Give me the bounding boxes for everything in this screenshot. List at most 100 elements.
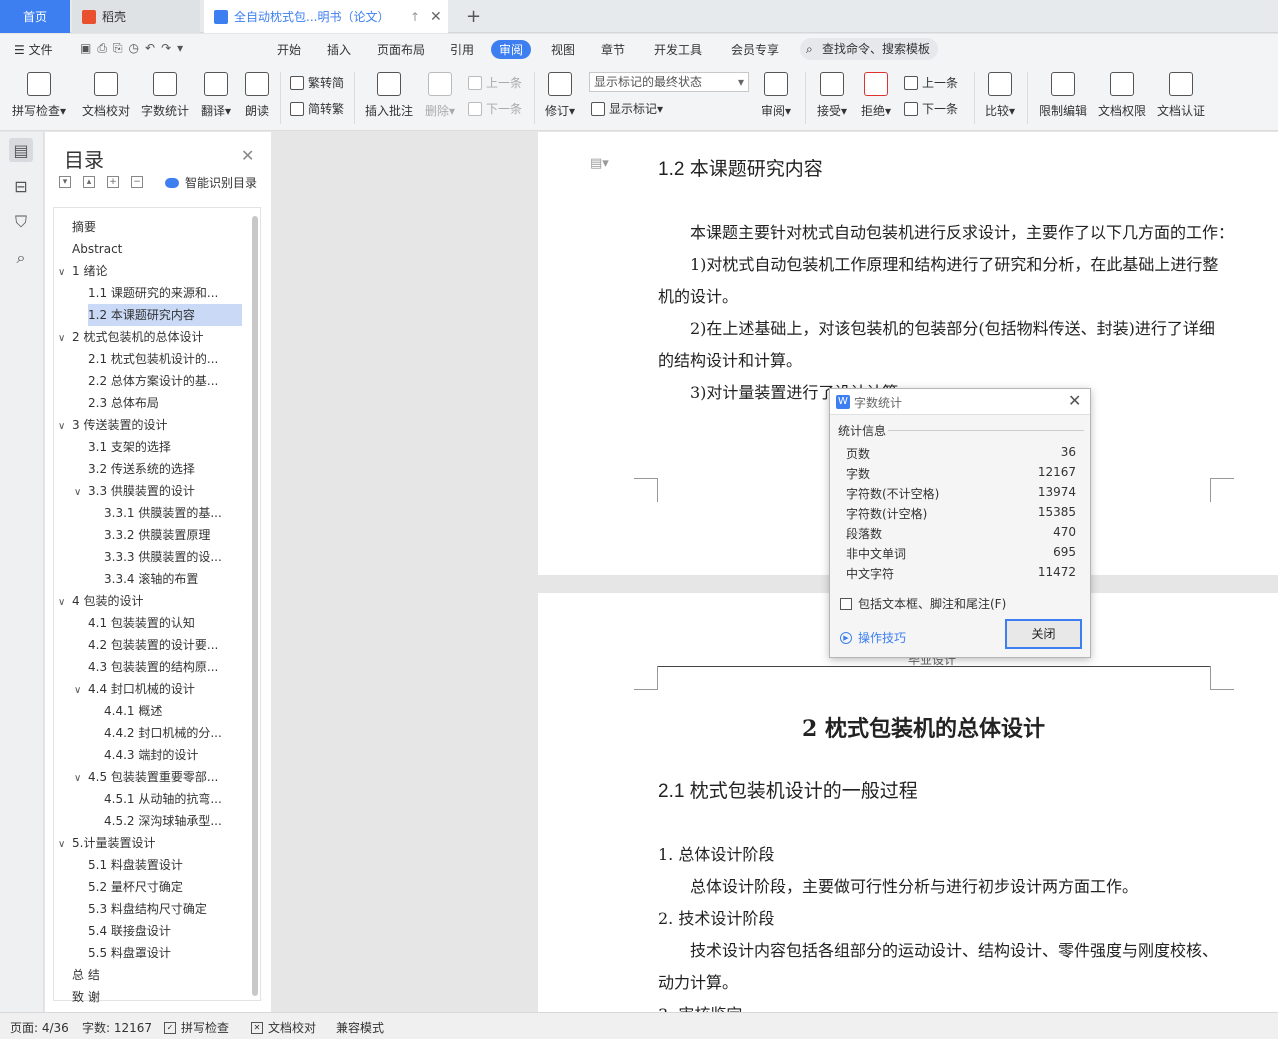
word-count-button[interactable]: 字数统计 xyxy=(139,70,191,119)
toc-item[interactable]: 1.2 本课题研究内容 xyxy=(88,304,242,326)
chapter-nav-icon[interactable]: ⊟ xyxy=(9,174,33,198)
doc-certify-button[interactable]: 文档认证 xyxy=(1153,70,1209,119)
chevron-down-icon[interactable]: ∨ xyxy=(58,262,72,282)
toc-pane-icon[interactable]: ▤ xyxy=(9,138,33,162)
toc-item[interactable]: 5.5 料盘罩设计 xyxy=(88,942,242,964)
trad-to-simp-button[interactable]: 繁转简 xyxy=(290,74,344,91)
toc-item[interactable]: 1.1 课题研究的来源和... xyxy=(88,282,242,304)
toc-item[interactable]: 2.1 枕式包装机设计的... xyxy=(88,348,242,370)
toc-item[interactable]: ∨ 3 传送装置的设计 xyxy=(58,414,242,436)
reject-button[interactable]: 拒绝▾ xyxy=(856,70,896,119)
toc-item[interactable]: 4.4.2 封口机械的分... xyxy=(104,722,242,744)
doc-proof-button[interactable]: 文档校对 xyxy=(78,70,134,119)
next-comment-button[interactable]: 下一条 xyxy=(468,100,522,117)
tips-link[interactable]: ▶ 操作技巧 xyxy=(840,629,906,646)
close-icon[interactable]: ✕ xyxy=(1068,391,1081,410)
collapse-icon[interactable]: ▴ xyxy=(83,176,95,188)
tab-document[interactable]: 全自动枕式包...明书（论文） ↑ ✕ xyxy=(204,0,448,33)
toc-scrollbar[interactable] xyxy=(252,216,258,996)
chevron-down-icon[interactable]: ∨ xyxy=(58,592,72,612)
toc-item[interactable]: 4.4.1 概述 xyxy=(104,700,242,722)
doc-proof-status[interactable]: ✕ 文档校对 xyxy=(251,1019,316,1036)
menu-chapter[interactable]: 章节 xyxy=(601,41,625,58)
toc-item[interactable]: 3.1 支架的选择 xyxy=(88,436,242,458)
spellcheck-status[interactable]: ✓ 拼写检查 xyxy=(164,1019,229,1036)
toc-item[interactable]: ∨ 4 包装的设计 xyxy=(58,590,242,612)
toc-item[interactable]: ∨ 4.5 包装装置重要零部... xyxy=(74,766,242,788)
toc-item[interactable]: 总 结 xyxy=(72,964,242,986)
toc-item[interactable]: ∨ 3.3 供膜装置的设计 xyxy=(74,480,242,502)
simp-to-trad-button[interactable]: 简转繁 xyxy=(290,100,344,117)
command-search[interactable]: ⌕ 查找命令、搜索模板 xyxy=(800,38,938,60)
toc-item[interactable]: 5.4 联接盘设计 xyxy=(88,920,242,942)
chevron-down-icon[interactable]: ∨ xyxy=(58,834,72,854)
toc-item[interactable]: ∨ 2 枕式包装机的总体设计 xyxy=(58,326,242,348)
menu-view[interactable]: 视图 xyxy=(551,41,575,58)
toc-item[interactable]: 3.2 传送系统的选择 xyxy=(88,458,242,480)
tab-daoke[interactable]: 稻壳 xyxy=(72,0,200,33)
toc-item[interactable]: 5.2 量杯尺寸确定 xyxy=(88,876,242,898)
toc-item[interactable]: 2.2 总体方案设计的基... xyxy=(88,370,242,392)
menu-dev-tools[interactable]: 开发工具 xyxy=(654,41,702,58)
paragraph-menu-icon[interactable]: ▤▾ xyxy=(590,156,609,171)
doc-permission-button[interactable]: 文档权限 xyxy=(1094,70,1150,119)
toc-item[interactable]: Abstract xyxy=(72,238,242,260)
menu-page-layout[interactable]: 页面布局 xyxy=(377,41,425,58)
new-tab-button[interactable]: + xyxy=(458,0,488,33)
toc-item[interactable]: 3.3.3 供膜装置的设... xyxy=(104,546,242,568)
expand-icon[interactable]: ▾ xyxy=(59,176,71,188)
smart-toc-button[interactable]: 智能识别目录 xyxy=(165,174,257,191)
close-icon[interactable]: ✕ xyxy=(241,146,254,165)
insert-comment-button[interactable]: 插入批注 xyxy=(362,70,416,119)
word-count-status[interactable]: 字数: 12167 xyxy=(82,1019,152,1036)
toc-item[interactable]: ∨ 5.计量装置设计 xyxy=(58,832,242,854)
toc-item[interactable]: 4.3 包装装置的结构原... xyxy=(88,656,242,678)
quick-access-icons[interactable]: ▣⎙⎘◷↶↷▾ xyxy=(80,41,189,56)
toc-item[interactable]: 致 谢 xyxy=(72,986,242,1008)
menu-member[interactable]: 会员专享 xyxy=(731,41,779,58)
translate-button[interactable]: 翻译▾ xyxy=(196,70,236,119)
file-menu[interactable]: ☰ 文件 xyxy=(14,41,53,58)
page-indicator[interactable]: 页面: 4/36 xyxy=(10,1019,69,1036)
toc-item[interactable]: 4.5.1 从动轴的抗弯... xyxy=(104,788,242,810)
accept-button[interactable]: 接受▾ xyxy=(812,70,852,119)
chevron-down-icon[interactable]: ∨ xyxy=(74,680,88,700)
menu-start[interactable]: 开始 xyxy=(277,41,301,58)
dialog-titlebar[interactable]: W 字数统计 ✕ xyxy=(830,389,1090,415)
toc-item[interactable]: 3.3.1 供膜装置的基... xyxy=(104,502,242,524)
prev-comment-button[interactable]: 上一条 xyxy=(468,74,522,91)
toc-item[interactable]: 5.3 料盘结构尺寸确定 xyxy=(88,898,242,920)
pin-icon[interactable]: ↑ xyxy=(410,10,420,24)
spellcheck-button[interactable]: 拼写检查▾ xyxy=(8,70,70,119)
delete-comment-button[interactable]: 删除▾ xyxy=(420,70,460,119)
toc-item[interactable]: ∨ 1 绪论 xyxy=(58,260,242,282)
toc-item[interactable]: 5.1 料盘装置设计 xyxy=(88,854,242,876)
markup-state-select[interactable]: 显示标记的最终状态 ▾ xyxy=(589,72,749,92)
tab-home[interactable]: 首页 xyxy=(0,0,70,33)
prev-change-button[interactable]: 上一条 xyxy=(904,74,958,91)
revise-button[interactable]: 修订▾ xyxy=(540,70,580,119)
include-textbox-checkbox[interactable]: 包括文本框、脚注和尾注(F) xyxy=(840,595,1006,612)
toc-item[interactable]: 4.1 包装装置的认知 xyxy=(88,612,242,634)
next-change-button[interactable]: 下一条 xyxy=(904,100,958,117)
add-heading-icon[interactable]: + xyxy=(107,176,119,188)
toc-item[interactable]: 4.2 包装装置的设计要... xyxy=(88,634,242,656)
menu-review[interactable]: 审阅 xyxy=(491,40,532,59)
toc-item[interactable]: 4.5.2 深沟球轴承型... xyxy=(104,810,242,832)
chevron-down-icon[interactable]: ∨ xyxy=(58,328,72,348)
bookmark-icon[interactable]: ⛉ xyxy=(9,210,33,234)
toc-item[interactable]: ∨ 4.4 封口机械的设计 xyxy=(74,678,242,700)
toc-item[interactable]: 4.4.3 端封的设计 xyxy=(104,744,242,766)
review-button[interactable]: 审阅▾ xyxy=(756,70,796,119)
toc-item[interactable]: 2.3 总体布局 xyxy=(88,392,242,414)
show-markup-button[interactable]: 显示标记 ▾ xyxy=(591,100,663,117)
read-aloud-button[interactable]: 朗读 xyxy=(240,70,274,119)
toc-item[interactable]: 摘要 xyxy=(72,216,242,238)
toc-item[interactable]: 3.3.2 供膜装置原理 xyxy=(104,524,242,546)
search-icon[interactable]: ⌕ xyxy=(9,246,33,270)
restrict-edit-button[interactable]: 限制编辑 xyxy=(1034,70,1092,119)
chevron-down-icon[interactable]: ∨ xyxy=(74,482,88,502)
compare-button[interactable]: 比较▾ xyxy=(980,70,1020,119)
close-tab-icon[interactable]: ✕ xyxy=(430,9,442,25)
close-button[interactable]: 关闭 xyxy=(1005,619,1082,649)
